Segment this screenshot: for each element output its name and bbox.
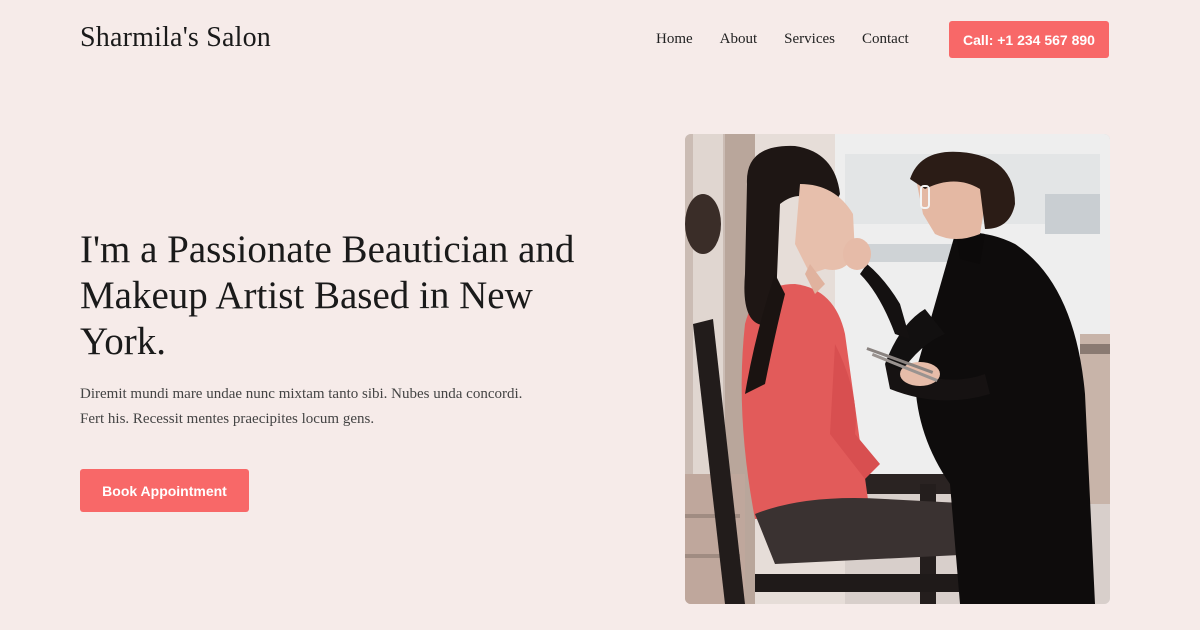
book-appointment-button[interactable]: Book Appointment (80, 469, 249, 512)
call-button[interactable]: Call: +1 234 567 890 (949, 21, 1109, 58)
hero-headline: I'm a Passionate Beautician and Makeup A… (80, 228, 575, 363)
landing-page: Sharmila's Salon Home About Services Con… (0, 0, 1200, 630)
nav-contact[interactable]: Contact (862, 30, 909, 48)
nav-about[interactable]: About (720, 30, 758, 48)
hero-photo (685, 134, 1110, 604)
nav-home[interactable]: Home (656, 30, 693, 48)
brand-logo[interactable]: Sharmila's Salon (80, 22, 271, 54)
nav-services[interactable]: Services (784, 30, 835, 48)
main-nav: Home About Services Contact (656, 30, 909, 48)
hero-intro: Diremit mundi mare undae nunc mixtam tan… (80, 386, 523, 427)
